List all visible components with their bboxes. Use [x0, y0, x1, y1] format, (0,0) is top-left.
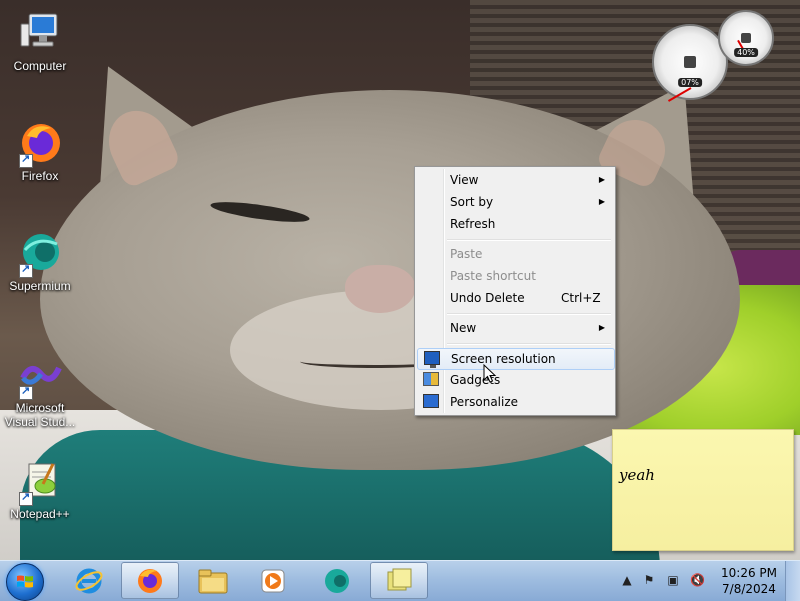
supermium-icon: [325, 568, 349, 593]
shortcut-arrow-icon: [19, 384, 33, 400]
supermium-icon: [17, 230, 63, 278]
menu-item-label: Screen resolution: [451, 352, 556, 366]
taskbar-clock[interactable]: 10:26 PM 7/8/2024: [716, 565, 782, 597]
sticky-note-text[interactable]: yeah: [619, 466, 655, 484]
volume-muted-icon[interactable]: 🔇: [690, 573, 705, 587]
firefox-icon: [17, 120, 63, 168]
desktop-icon-label: Computer: [13, 59, 67, 73]
menu-item-label: View: [450, 173, 479, 187]
internet-explorer-icon: [75, 568, 103, 593]
screen-resolution-icon: [424, 351, 440, 368]
action-center-flag-icon[interactable]: ⚑: [642, 573, 656, 587]
windows-logo-icon: [17, 575, 33, 588]
desktop-icon-firefox[interactable]: Firefox: [0, 120, 80, 183]
desktop-context-menu: View ▶ Sort by ▶ Refresh Paste Paste sho…: [414, 166, 616, 416]
menu-item-label: Sort by: [450, 195, 494, 209]
taskbar-supermium[interactable]: [308, 562, 366, 599]
menu-item-label: Paste: [450, 247, 483, 261]
show-desktop-button[interactable]: [785, 561, 800, 601]
notepad-plus-plus-icon: [17, 458, 63, 506]
submenu-arrow-icon: ▶: [598, 197, 605, 206]
taskbar-internet-explorer[interactable]: [60, 562, 118, 599]
folder-icon: [198, 569, 228, 593]
menu-item-label: Undo Delete: [450, 291, 525, 305]
media-player-icon: [261, 569, 285, 592]
start-button[interactable]: [6, 563, 44, 601]
cpu-usage-value: 07%: [678, 78, 702, 87]
menu-separator: [447, 313, 611, 315]
menu-item-refresh[interactable]: Refresh: [417, 213, 613, 235]
menu-item-sort-by[interactable]: Sort by ▶: [417, 191, 613, 213]
desktop-icon-label: Microsoft Visual Stud...: [4, 401, 76, 429]
menu-item-paste-shortcut[interactable]: Paste shortcut: [417, 265, 613, 287]
desktop-icon-visual-studio[interactable]: Microsoft Visual Stud...: [0, 352, 80, 429]
menu-item-label: Personalize: [450, 395, 519, 409]
show-hidden-icons-icon[interactable]: ▲: [620, 573, 634, 587]
desktop-icon-label: Firefox: [21, 169, 59, 183]
menu-item-new[interactable]: New ▶: [417, 317, 613, 339]
desktop-icon-label: Notepad++: [10, 507, 70, 521]
memory-gauge-hub-icon: [741, 33, 751, 43]
taskbar-sticky-notes[interactable]: [370, 562, 428, 599]
sticky-note[interactable]: yeah: [612, 429, 794, 551]
menu-item-label: New: [450, 321, 477, 335]
menu-item-screen-resolution[interactable]: Screen resolution: [417, 348, 615, 370]
menu-item-view[interactable]: View ▶: [417, 169, 613, 191]
gadgets-icon: [423, 372, 439, 386]
notification-area: ▲ ⚑ ▣ 🔇: [620, 561, 716, 601]
memory-usage-value: 40%: [734, 48, 758, 57]
desktop-icon-supermium[interactable]: Supermium: [0, 230, 80, 293]
network-icon[interactable]: ▣: [666, 573, 680, 587]
taskbar-media-player[interactable]: [244, 562, 302, 599]
clock-time: 10:26 PM: [721, 566, 777, 580]
sticky-notes-icon: [387, 568, 412, 590]
shortcut-arrow-icon: [19, 152, 33, 168]
menu-item-label: Paste shortcut: [450, 269, 536, 283]
menu-item-shortcut: Ctrl+Z: [561, 291, 601, 305]
cpu-gauge-hub-icon: [684, 56, 696, 68]
submenu-arrow-icon: ▶: [598, 323, 605, 332]
shortcut-arrow-icon: [19, 490, 33, 506]
cat-nose: [345, 265, 415, 313]
desktop-icon-computer[interactable]: Computer: [0, 10, 80, 73]
cpu-gauge-needle: [667, 87, 692, 102]
menu-item-gadgets[interactable]: Gadgets: [417, 369, 613, 391]
mouse-pointer-icon: [483, 364, 497, 383]
menu-separator: [447, 239, 611, 241]
desktop-icon-label: Supermium: [9, 279, 71, 293]
memory-gauge: 40%: [718, 10, 774, 66]
shortcut-arrow-icon: [19, 262, 33, 278]
taskbar: ▲ ⚑ ▣ 🔇 10:26 PM 7/8/2024: [0, 560, 800, 601]
clock-date: 7/8/2024: [722, 582, 776, 596]
menu-item-paste[interactable]: Paste: [417, 243, 613, 265]
submenu-arrow-icon: ▶: [598, 175, 605, 184]
taskbar-file-explorer[interactable]: [184, 562, 242, 599]
menu-item-personalize[interactable]: Personalize: [417, 391, 613, 413]
menu-separator: [447, 343, 611, 345]
menu-item-undo-delete[interactable]: Undo Delete Ctrl+Z: [417, 287, 613, 309]
visual-studio-icon: [17, 352, 63, 400]
cpu-meter-gadget[interactable]: 07% 40%: [650, 10, 775, 102]
personalize-icon: [423, 394, 439, 408]
firefox-icon: [138, 568, 162, 593]
menu-item-label: Refresh: [450, 217, 496, 231]
taskbar-firefox[interactable]: [121, 562, 179, 599]
desktop-icon-notepad-plus-plus[interactable]: Notepad++: [0, 458, 80, 521]
cpu-gauge: 07%: [652, 24, 728, 102]
computer-icon: [17, 10, 63, 56]
